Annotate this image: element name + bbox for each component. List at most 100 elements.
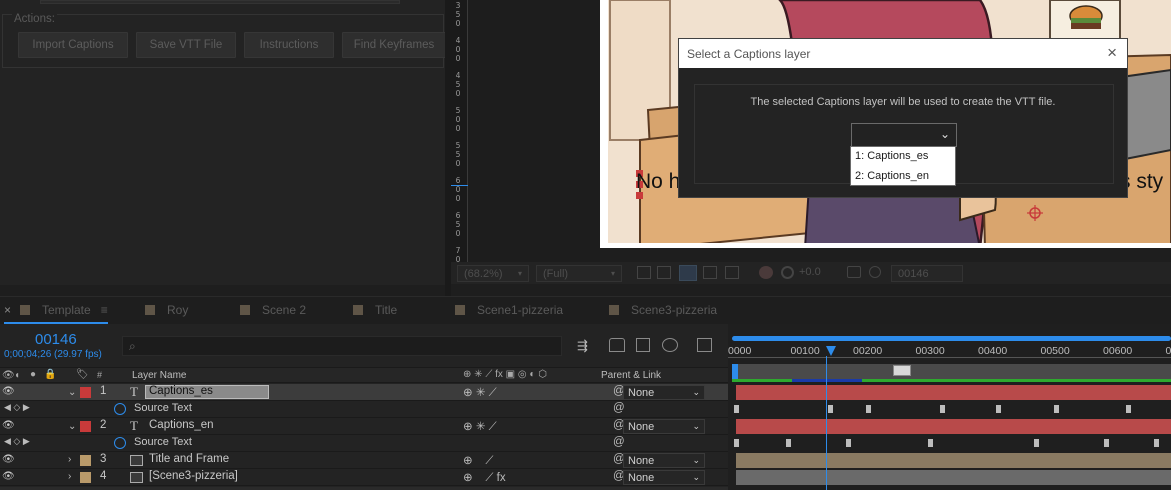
- layer-row-2[interactable]: 👁 ⌄ 2 T Captions_en ⊕ ✳ ⟋ @ None ⌄: [0, 418, 728, 435]
- current-frame-display[interactable]: 00146: [35, 331, 77, 348]
- comp-flowchart-icon[interactable]: ⇶: [577, 338, 588, 354]
- parent-select[interactable]: None ⌄: [623, 419, 705, 434]
- captions-layer-select[interactable]: ⌄: [851, 123, 957, 147]
- mask-visibility-icon[interactable]: [703, 266, 717, 279]
- pick-whip-icon[interactable]: @: [613, 402, 625, 414]
- hold-keyframe[interactable]: [996, 405, 1001, 413]
- close-icon[interactable]: ×: [1107, 43, 1117, 63]
- playhead-line[interactable]: [826, 356, 827, 490]
- transparency-grid-icon[interactable]: [679, 265, 697, 281]
- camera-icon[interactable]: [847, 266, 861, 278]
- playhead-handle[interactable]: [826, 346, 836, 356]
- chevron-right-icon[interactable]: ›: [68, 454, 71, 465]
- motion-blur-icon[interactable]: [662, 338, 678, 352]
- label-icon[interactable]: 🏷: [76, 369, 89, 380]
- parent-select[interactable]: None ⌄: [623, 385, 705, 400]
- hold-keyframe[interactable]: [1126, 405, 1131, 413]
- layer-switches[interactable]: ⊕ ⟋ fx: [463, 470, 506, 485]
- source-text-row-1[interactable]: ◀ ◇ ▶ Source Text @: [0, 401, 728, 418]
- parent-select[interactable]: None ⌄: [623, 453, 705, 468]
- layer-switches[interactable]: ⊕ ⟋: [463, 453, 493, 468]
- layer-row-1[interactable]: 👁 ⌄ 1 T Captions_es ⊕ ✳ ⟋ @ None ⌄: [0, 384, 728, 401]
- lock-icon[interactable]: 🔒: [44, 369, 56, 380]
- find-keyframes-button[interactable]: Find Keyframes: [342, 32, 446, 58]
- layer-switches[interactable]: ⊕ ✳ ⟋: [463, 419, 497, 434]
- eye-icon[interactable]: 👁: [2, 454, 15, 465]
- label-color-swatch[interactable]: [80, 472, 91, 483]
- keyframe-nav-icons[interactable]: ◀ ◇ ▶: [4, 402, 30, 413]
- snapshot-region-icon[interactable]: [637, 266, 651, 279]
- tab-scene3-pizzeria[interactable]: Scene3-pizzeria: [609, 297, 717, 323]
- layer-name[interactable]: Captions_en: [149, 419, 214, 431]
- resolution-select[interactable]: (Full) ▾: [536, 265, 622, 282]
- tab-title[interactable]: Title: [353, 297, 397, 323]
- layer-row-3[interactable]: 👁 › 3 Title and Frame ⊕ ⟋ @ None ⌄: [0, 452, 728, 469]
- graph-editor-icon[interactable]: [697, 338, 712, 352]
- label-color-swatch[interactable]: [80, 455, 91, 466]
- draft-3d-icon[interactable]: [609, 338, 625, 352]
- stopwatch-icon[interactable]: [114, 403, 126, 415]
- hold-keyframe[interactable]: [1104, 439, 1109, 447]
- column-layer-name[interactable]: Layer Name: [132, 370, 186, 381]
- show-snapshot-icon[interactable]: [869, 266, 881, 278]
- layer-name[interactable]: Title and Frame: [149, 453, 229, 465]
- current-frame-field[interactable]: 00146: [891, 265, 963, 282]
- hold-keyframe[interactable]: [1154, 439, 1159, 447]
- frame-blending-icon[interactable]: [636, 338, 650, 352]
- menu-icon[interactable]: ≡: [101, 303, 108, 317]
- eye-icon[interactable]: 👁: [2, 370, 15, 381]
- region-of-interest-icon[interactable]: [725, 266, 739, 279]
- layer-bar-2[interactable]: [736, 419, 1171, 434]
- chevron-right-icon[interactable]: ›: [68, 471, 71, 482]
- keyframe-nav-icons[interactable]: ◀ ◇ ▶: [4, 436, 30, 447]
- pick-whip-icon[interactable]: @: [613, 436, 625, 448]
- parent-select[interactable]: None ⌄: [623, 470, 705, 485]
- hold-keyframe[interactable]: [1054, 405, 1059, 413]
- option-captions-en[interactable]: 2: Captions_en: [855, 170, 929, 182]
- layer-switches[interactable]: ⊕ ✳ ⟋: [463, 385, 497, 400]
- hold-keyframe[interactable]: [786, 439, 791, 447]
- close-icon[interactable]: ×: [4, 303, 11, 317]
- layer-bar-4[interactable]: [736, 470, 1171, 485]
- label-color-swatch[interactable]: [80, 387, 91, 398]
- tab-template[interactable]: Template ≡: [20, 297, 108, 323]
- hold-keyframe[interactable]: [828, 405, 833, 413]
- grid-icon[interactable]: [657, 266, 671, 279]
- layer-bar-1[interactable]: [736, 385, 1171, 400]
- layer-name[interactable]: Captions_es: [149, 385, 213, 397]
- zoom-select[interactable]: (68.2%) ▾: [457, 265, 529, 282]
- tab-scene1-pizzeria[interactable]: Scene1-pizzeria: [455, 297, 563, 323]
- eye-icon[interactable]: 👁: [2, 386, 15, 397]
- solo-icon[interactable]: ●: [30, 369, 36, 380]
- import-captions-button[interactable]: Import Captions: [18, 32, 128, 58]
- color-management-icon[interactable]: [781, 266, 794, 279]
- hold-keyframe[interactable]: [940, 405, 945, 413]
- layer-row-4[interactable]: 👁 › 4 [Scene3-pizzeria] ⊕ ⟋ fx @ None ⌄: [0, 469, 728, 486]
- instructions-button[interactable]: Instructions: [244, 32, 334, 58]
- hold-keyframe[interactable]: [734, 439, 739, 447]
- hold-keyframe[interactable]: [1034, 439, 1039, 447]
- stopwatch-icon[interactable]: [114, 437, 126, 449]
- save-vtt-button[interactable]: Save VTT File: [136, 32, 236, 58]
- audio-icon[interactable]: ◖: [14, 370, 20, 381]
- hold-keyframe[interactable]: [866, 405, 871, 413]
- tab-scene-2[interactable]: Scene 2: [240, 297, 306, 323]
- hold-keyframe[interactable]: [928, 439, 933, 447]
- source-text-row-2[interactable]: ◀ ◇ ▶ Source Text @: [0, 435, 728, 452]
- hold-keyframe[interactable]: [734, 405, 739, 413]
- chevron-down-icon[interactable]: ⌄: [68, 421, 76, 432]
- column-parent-link[interactable]: Parent & Link: [601, 370, 661, 381]
- eye-icon[interactable]: 👁: [2, 420, 15, 431]
- eye-icon[interactable]: 👁: [2, 471, 15, 482]
- exposure-value[interactable]: +0.0: [799, 266, 821, 278]
- channel-icon[interactable]: [759, 266, 773, 279]
- layer-name[interactable]: [Scene3-pizzeria]: [149, 470, 238, 482]
- timeline-graph-area[interactable]: 0000 00100 00200 00300 00400 00500 00600 00: [728, 324, 1171, 490]
- hold-keyframe[interactable]: [846, 439, 851, 447]
- chevron-down-icon[interactable]: ⌄: [68, 387, 76, 398]
- layer-search-input[interactable]: ⌕: [122, 336, 562, 356]
- layer-bar-3[interactable]: [736, 453, 1171, 468]
- tab-roy[interactable]: Roy: [145, 297, 188, 323]
- label-color-swatch[interactable]: [80, 421, 91, 432]
- option-captions-es[interactable]: 1: Captions_es: [855, 150, 928, 162]
